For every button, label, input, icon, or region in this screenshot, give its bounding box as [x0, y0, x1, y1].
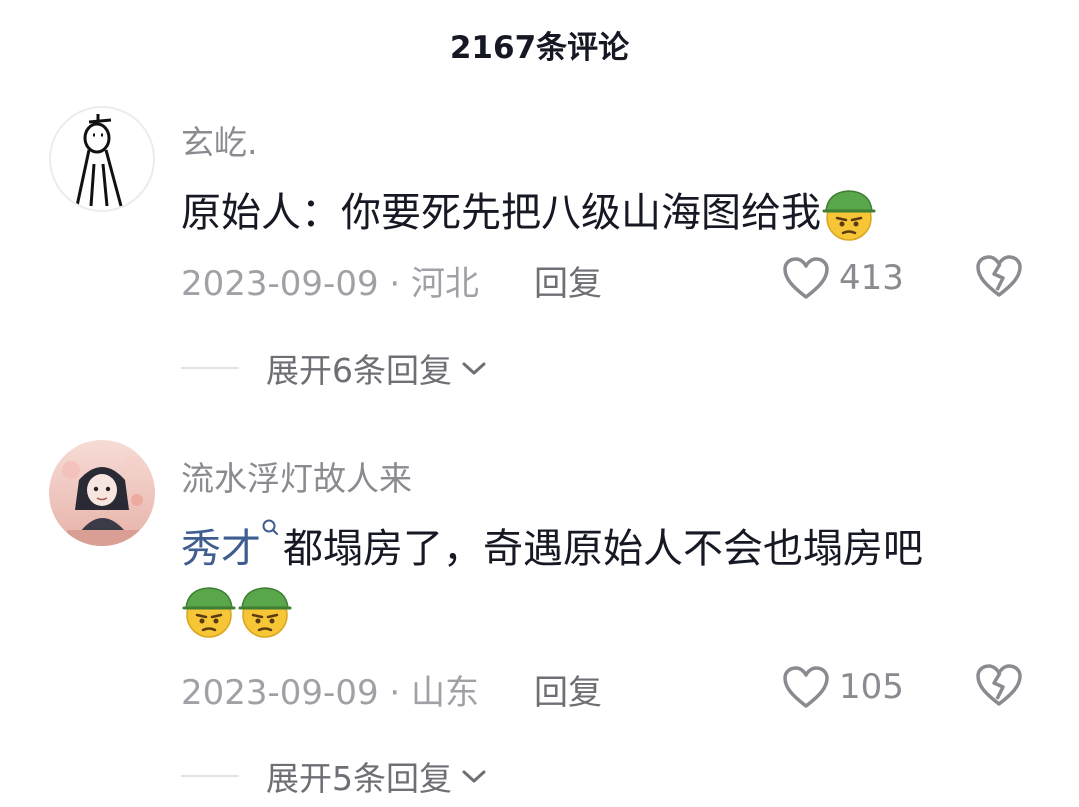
comment-username[interactable]: 流水浮灯故人来: [181, 452, 412, 500]
like-button[interactable]: 105: [781, 661, 904, 713]
expand-replies-label: 展开5条回复: [266, 759, 452, 798]
comment-text: 秀才 都塌房了，奇遇原始人不会也塌房吧: [181, 516, 923, 574]
heart-icon: [783, 666, 829, 708]
like-button[interactable]: 413: [781, 252, 904, 304]
comment-body: 都塌房了，奇遇原始人不会也塌房吧: [283, 526, 923, 572]
thinking-soldier-emoji-icon: [238, 586, 292, 639]
like-count: 105: [839, 667, 904, 707]
heart-icon: [783, 257, 829, 299]
comment-location: 河北: [411, 264, 480, 304]
expand-replies-button[interactable]: 展开6条回复: [181, 344, 488, 392]
meta-separator: ·: [378, 673, 412, 713]
broken-heart-icon: [976, 255, 1022, 297]
thinking-soldier-emoji-icon: [822, 189, 876, 242]
search-icon: [262, 519, 278, 535]
comment-date: 2023-09-09: [181, 264, 379, 304]
expand-replies-label: 展开6条回复: [266, 351, 452, 390]
meta-separator: ·: [378, 264, 412, 304]
comment-username[interactable]: 玄屹.: [181, 116, 258, 164]
comment-body: 原始人：你要死先把八级山海图给我: [181, 190, 821, 236]
avatar[interactable]: [49, 440, 155, 546]
comment-meta: 2023-09-09 · 山东: [181, 665, 479, 714]
stick-figure-avatar-icon: [75, 114, 123, 207]
comment-date: 2023-09-09: [181, 673, 379, 713]
reply-button[interactable]: 回复: [534, 256, 602, 305]
avatar[interactable]: [49, 106, 155, 212]
comment-location: 山东: [411, 673, 480, 713]
divider-line: [181, 775, 239, 777]
anime-character-avatar-icon: [49, 440, 155, 546]
chevron-down-icon: [462, 770, 486, 783]
like-count: 413: [839, 258, 904, 298]
comment-emoji-row: [181, 584, 293, 640]
chevron-down-icon: [462, 362, 486, 375]
dislike-button[interactable]: [974, 253, 1024, 303]
broken-heart-icon: [976, 664, 1022, 706]
reply-button[interactable]: 回复: [534, 665, 602, 714]
divider-line: [181, 367, 239, 369]
comments-title: 2167条评论: [449, 30, 630, 66]
dislike-button[interactable]: [974, 662, 1024, 712]
expand-replies-button[interactable]: 展开5条回复: [181, 752, 488, 800]
comment-text: 原始人：你要死先把八级山海图给我: [181, 180, 877, 243]
mention-link[interactable]: 秀才: [181, 526, 261, 572]
thinking-soldier-emoji-icon: [182, 586, 236, 639]
comment-meta: 2023-09-09 · 河北: [181, 256, 479, 305]
